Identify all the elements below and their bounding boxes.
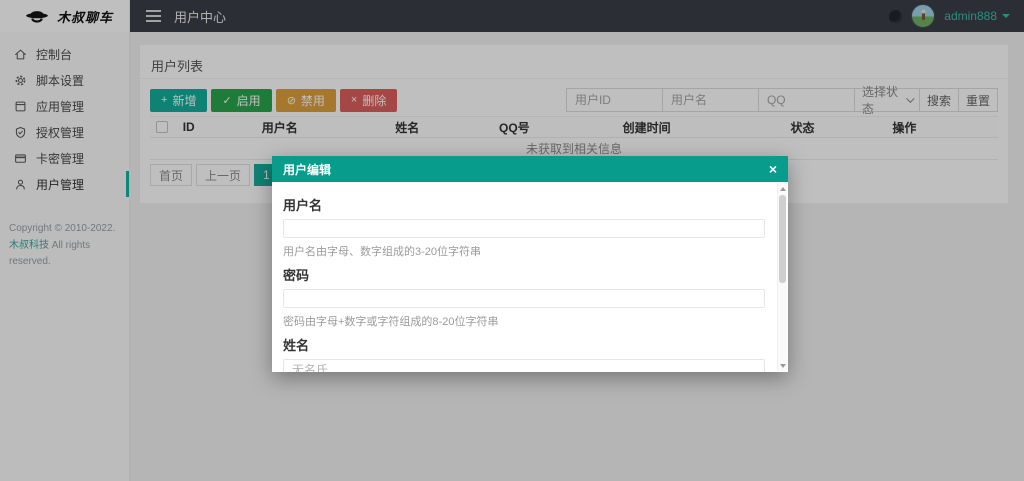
name-field[interactable] [283,359,765,372]
password-field[interactable] [283,289,765,308]
modal-body: 用户名 用户名由字母、数字组成的3-20位字符串 密码 密码由字母+数字或字符组… [272,182,777,372]
password-field-label: 密码 [283,265,765,284]
scroll-down-icon[interactable] [778,360,787,371]
username-field-label: 用户名 [283,195,765,214]
user-edit-modal: 用户编辑 × 用户名 用户名由字母、数字组成的3-20位字符串 密码 密码由字母… [272,156,788,372]
modal-header: 用户编辑 × [272,156,788,182]
username-field-hint: 用户名由字母、数字组成的3-20位字符串 [283,243,765,259]
scrollbar-thumb[interactable] [779,195,786,283]
close-icon[interactable]: × [769,162,777,176]
username-field[interactable] [283,219,765,238]
scroll-up-icon[interactable] [778,183,787,194]
password-field-hint: 密码由字母+数字或字符组成的8-20位字符串 [283,313,765,329]
modal-scrollbar[interactable] [777,183,787,371]
modal-title: 用户编辑 [283,161,331,178]
name-field-label: 姓名 [283,335,765,354]
